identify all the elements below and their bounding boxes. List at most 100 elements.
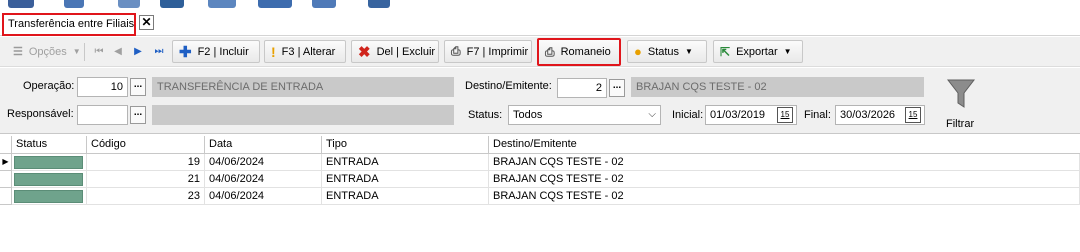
status-cell[interactable] bbox=[12, 188, 87, 205]
chevron-down-icon: ⌵ bbox=[648, 109, 656, 120]
destino-cell[interactable]: BRAJAN CQS TESTE - 02 bbox=[489, 188, 1080, 205]
top-icon-strip bbox=[0, 0, 1080, 12]
status-select-value: Todos bbox=[513, 109, 543, 121]
export-label: Exportar bbox=[736, 45, 778, 58]
destino-lookup-button[interactable]: ... bbox=[609, 79, 625, 97]
destino-label: Destino/Emitente: bbox=[465, 80, 552, 92]
filter-panel: Operação: 10 ... TRANSFERÊNCIA DE ENTRAD… bbox=[0, 68, 1080, 134]
last-icon: ⏭ bbox=[154, 46, 164, 57]
close-icon[interactable]: ✕ bbox=[139, 15, 154, 30]
column-header-codigo[interactable]: Código bbox=[87, 136, 205, 154]
destino-cell[interactable]: BRAJAN CQS TESTE - 02 bbox=[489, 171, 1080, 188]
app-icon-2[interactable] bbox=[64, 0, 84, 8]
first-record-button[interactable]: ⏮ bbox=[90, 42, 108, 61]
responsavel-description bbox=[152, 105, 454, 125]
current-row-indicator: ▶ bbox=[0, 154, 12, 171]
exclamation-icon: ! bbox=[271, 43, 276, 60]
calendar-icon[interactable]: 15 bbox=[777, 107, 793, 123]
app-icon-1[interactable] bbox=[8, 0, 34, 8]
row-indicator bbox=[0, 188, 12, 205]
column-header-data[interactable]: Data bbox=[205, 136, 322, 154]
previous-record-button[interactable]: ◀ bbox=[109, 42, 127, 61]
add-button[interactable]: ✚ F2 | Incluir bbox=[172, 40, 260, 63]
column-header-status[interactable]: Status bbox=[12, 136, 87, 154]
data-cell[interactable]: 04/06/2024 bbox=[205, 188, 322, 205]
destino-cell[interactable]: BRAJAN CQS TESTE - 02 bbox=[489, 154, 1080, 171]
app-icon-7[interactable] bbox=[312, 0, 336, 8]
responsavel-lookup-button[interactable]: ... bbox=[130, 106, 146, 124]
operacao-lookup-button[interactable]: ... bbox=[130, 78, 146, 96]
codigo-cell[interactable]: 21 bbox=[87, 171, 205, 188]
edit-label: F3 | Alterar bbox=[281, 45, 336, 58]
status-button-label: Status bbox=[647, 45, 680, 58]
responsavel-label: Responsável: bbox=[7, 108, 74, 120]
destino-field[interactable]: 2 bbox=[557, 78, 607, 98]
data-cell[interactable]: 04/06/2024 bbox=[205, 171, 322, 188]
status-button[interactable]: ● Status ▼ bbox=[627, 40, 707, 63]
tab-bar: Transferência entre Filiais ✕ bbox=[0, 12, 1080, 36]
operacao-field[interactable]: 10 bbox=[77, 77, 128, 97]
menu-icon: ☰ bbox=[13, 46, 23, 58]
chevron-down-icon: ▼ bbox=[72, 47, 81, 56]
status-label: Status: bbox=[468, 109, 503, 121]
column-header-tipo[interactable]: Tipo bbox=[322, 136, 489, 154]
app-icon-6[interactable] bbox=[258, 0, 292, 8]
column-header-destino[interactable]: Destino/Emitente bbox=[489, 136, 1080, 154]
options-button[interactable]: ☰ Opções ▼ bbox=[6, 40, 82, 63]
calendar-icon[interactable]: 15 bbox=[905, 107, 921, 123]
print-label: F7 | Imprimir bbox=[466, 45, 529, 58]
status-color-bar bbox=[14, 173, 83, 186]
funnel-icon bbox=[946, 79, 976, 108]
status-color-bar bbox=[14, 190, 83, 203]
status-color-bar bbox=[14, 156, 83, 169]
status-cell[interactable] bbox=[12, 171, 87, 188]
toolbar: ☰ Opções ▼ ⏮ ◀ ▶ ⏭ ✚ F2 | Incluir ! F3 |… bbox=[0, 37, 1080, 67]
operacao-description: TRANSFERÊNCIA DE ENTRADA bbox=[152, 77, 454, 97]
delete-label: Del | Excluir bbox=[376, 45, 436, 58]
filter-label: Filtrar bbox=[946, 118, 975, 130]
row-indicator bbox=[0, 171, 12, 188]
first-icon: ⏮ bbox=[94, 46, 104, 57]
status-cell[interactable] bbox=[12, 154, 87, 171]
next-icon: ▶ bbox=[134, 46, 142, 57]
responsavel-field[interactable] bbox=[77, 105, 128, 125]
tab-transferencia[interactable]: Transferência entre Filiais bbox=[2, 13, 136, 36]
add-label: F2 | Incluir bbox=[197, 45, 249, 58]
operacao-label: Operação: bbox=[23, 80, 75, 92]
romaneio-button[interactable]: ⎙ Romaneio bbox=[537, 38, 621, 66]
last-record-button[interactable]: ⏭ bbox=[150, 42, 168, 61]
tipo-cell[interactable]: ENTRADA bbox=[322, 154, 489, 171]
toolbar-divider bbox=[84, 43, 85, 61]
print-button[interactable]: ⎙ F7 | Imprimir bbox=[444, 40, 532, 63]
status-select[interactable]: Todos ⌵ bbox=[508, 105, 661, 125]
next-record-button[interactable]: ▶ bbox=[129, 42, 147, 61]
chevron-down-icon: ▼ bbox=[685, 47, 693, 56]
export-icon: ⇱ bbox=[720, 44, 731, 59]
printer-icon: ⎙ bbox=[545, 44, 555, 59]
final-label: Final: bbox=[804, 109, 831, 121]
inicial-label: Inicial: bbox=[672, 109, 704, 121]
filter-button[interactable]: Filtrar bbox=[942, 76, 980, 132]
tipo-cell[interactable]: ENTRADA bbox=[322, 171, 489, 188]
printer-icon: ⎙ bbox=[451, 44, 461, 58]
codigo-cell[interactable]: 23 bbox=[87, 188, 205, 205]
delete-x-icon: ✖ bbox=[358, 43, 371, 61]
edit-button[interactable]: ! F3 | Alterar bbox=[264, 40, 346, 63]
export-button[interactable]: ⇱ Exportar ▼ bbox=[713, 40, 803, 63]
destino-description: BRAJAN CQS TESTE - 02 bbox=[631, 77, 924, 97]
previous-icon: ◀ bbox=[114, 46, 122, 57]
delete-button[interactable]: ✖ Del | Excluir bbox=[351, 40, 439, 63]
column-header-indicator bbox=[0, 136, 12, 154]
options-label: Opções bbox=[28, 45, 67, 58]
app-icon-3[interactable] bbox=[118, 0, 140, 8]
chevron-down-icon: ▼ bbox=[783, 47, 792, 56]
codigo-cell[interactable]: 19 bbox=[87, 154, 205, 171]
app-icon-4[interactable] bbox=[160, 0, 184, 8]
results-grid: Status Código Data Tipo Destino/Emitente… bbox=[0, 136, 1080, 252]
inicial-date-value: 01/03/2019 bbox=[710, 109, 766, 121]
app-icon-5[interactable] bbox=[208, 0, 236, 8]
tipo-cell[interactable]: ENTRADA bbox=[322, 188, 489, 205]
data-cell[interactable]: 04/06/2024 bbox=[205, 154, 322, 171]
app-icon-8[interactable] bbox=[368, 0, 390, 8]
romaneio-label: Romaneio bbox=[560, 46, 611, 58]
